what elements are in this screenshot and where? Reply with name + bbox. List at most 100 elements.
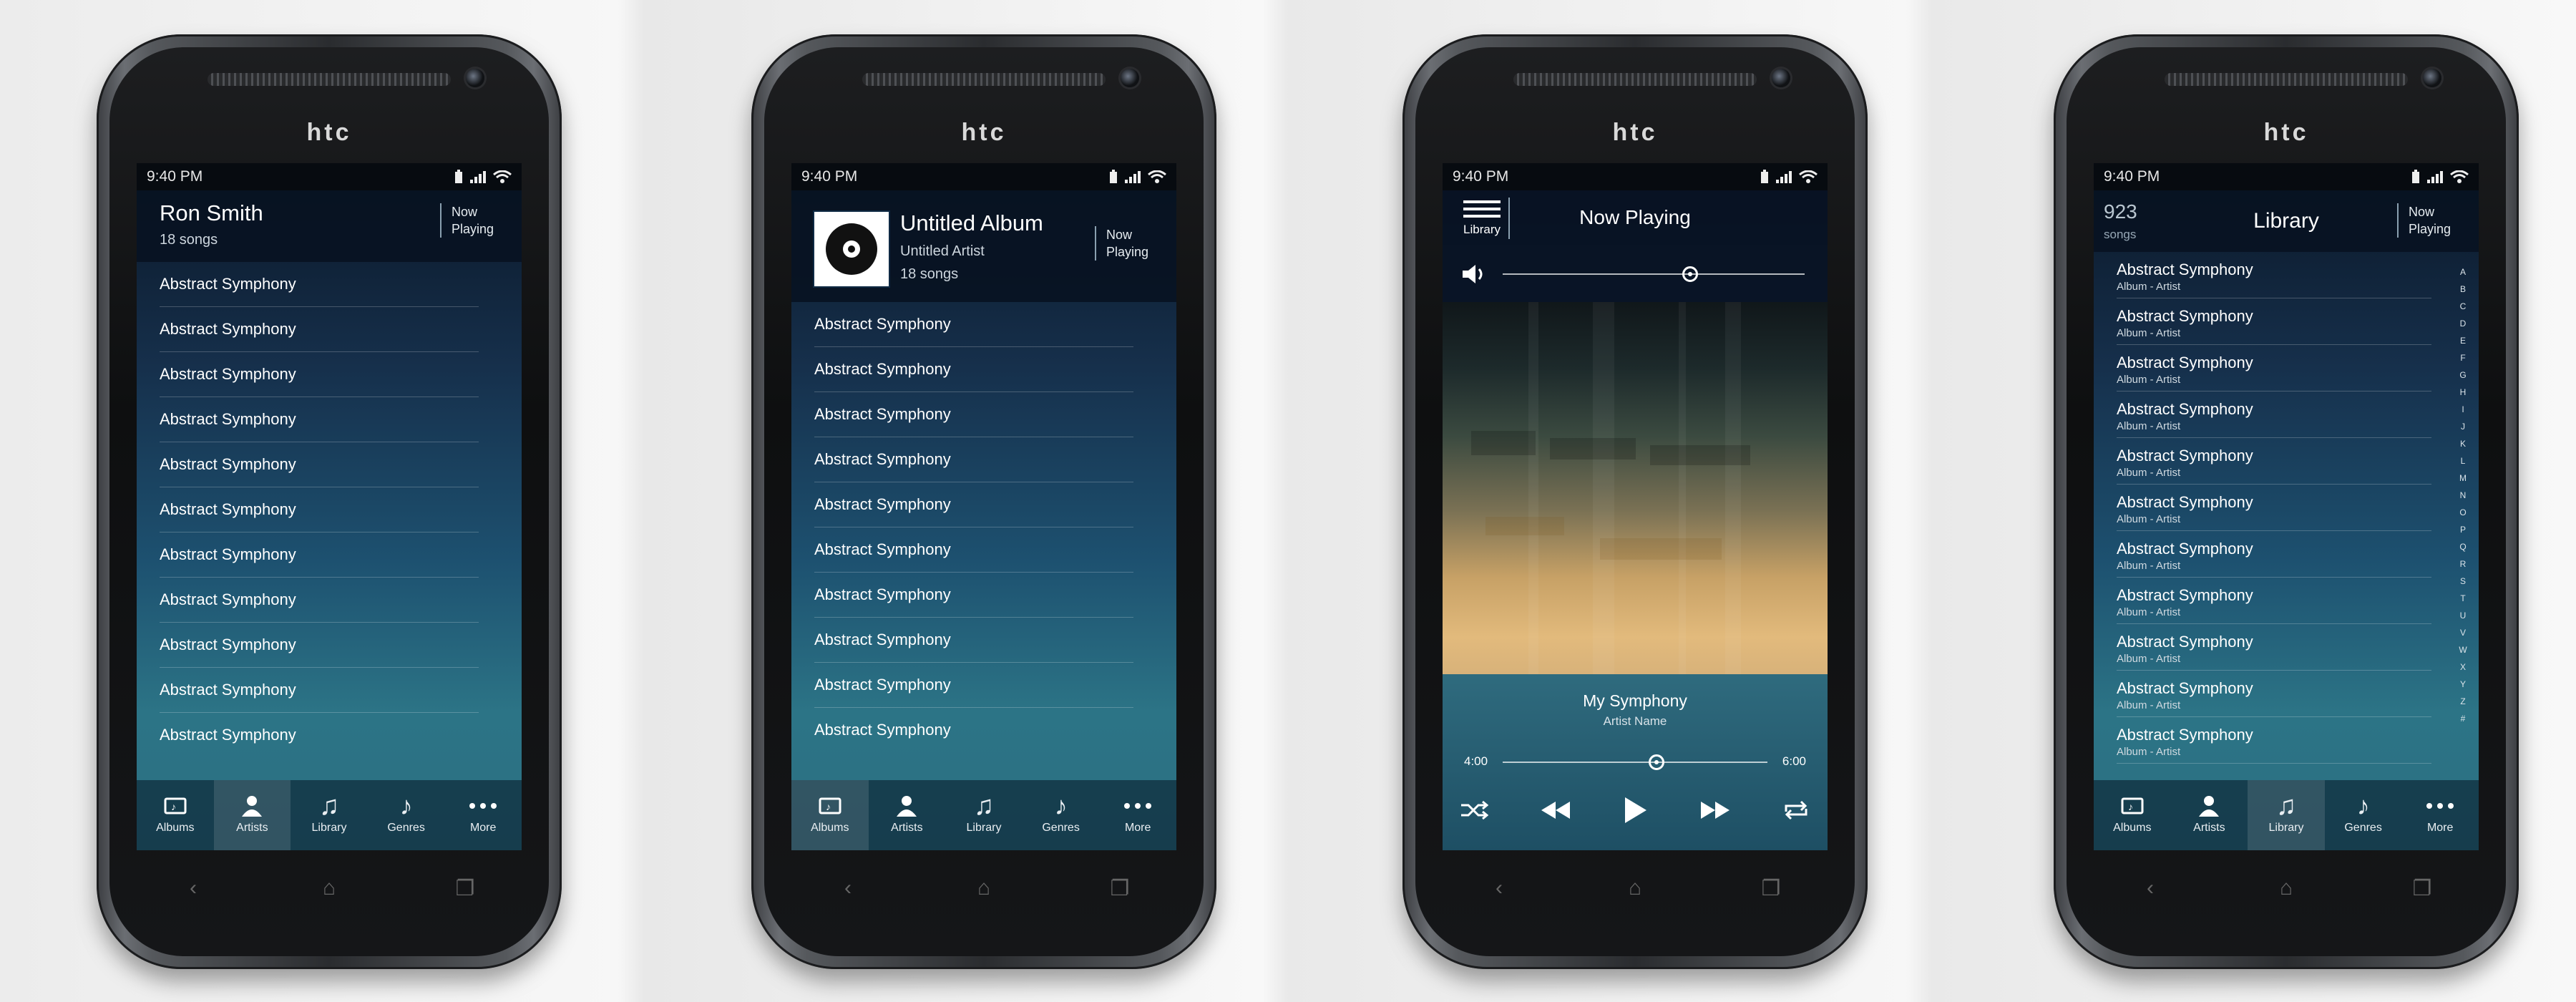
library-list-item[interactable]: Abstract Symphony Album - Artist — [2117, 391, 2431, 438]
recents-key-icon[interactable]: ❐ — [1091, 876, 1148, 901]
tab-more[interactable]: More — [2401, 780, 2479, 850]
tab-more[interactable]: More — [1099, 780, 1176, 850]
tab-artists[interactable]: Artists — [213, 780, 291, 850]
song-item[interactable]: Abstract Symphony — [160, 352, 479, 397]
tab-genres[interactable]: ♪ Genres — [1023, 780, 1100, 850]
alphabet-letter[interactable]: C — [2456, 298, 2470, 315]
library-list-item[interactable]: Abstract Symphony Album - Artist — [2117, 298, 2431, 345]
progress-slider-handle[interactable] — [1648, 754, 1664, 770]
alphabet-letter[interactable]: J — [2456, 418, 2470, 435]
library-list-item[interactable]: Abstract Symphony Album - Artist — [2117, 671, 2431, 717]
alphabet-letter[interactable]: W — [2456, 641, 2470, 658]
alphabet-letter[interactable]: E — [2456, 332, 2470, 349]
tab-library[interactable]: ♫ Library — [291, 780, 368, 850]
song-item[interactable]: Abstract Symphony — [160, 668, 479, 713]
song-item[interactable]: Abstract Symphony — [160, 487, 479, 532]
home-key-icon[interactable]: ⌂ — [1606, 876, 1664, 900]
library-list-item[interactable]: Abstract Symphony Album - Artist — [2117, 717, 2431, 764]
volume-slider-handle[interactable] — [1682, 266, 1698, 282]
alphabet-letter[interactable]: O — [2456, 504, 2470, 521]
alphabet-letter[interactable]: # — [2456, 710, 2470, 727]
tab-genres[interactable]: ♪ Genres — [368, 780, 445, 850]
alphabet-letter[interactable]: A — [2456, 263, 2470, 281]
back-key-icon[interactable]: ‹ — [2122, 876, 2179, 900]
tab-albums[interactable]: ♪ Albums — [791, 780, 869, 850]
tab-library[interactable]: ♫ Library — [945, 780, 1023, 850]
now-playing-button[interactable]: Now Playing — [2397, 203, 2469, 238]
library-list-item[interactable]: Abstract Symphony Album - Artist — [2117, 624, 2431, 671]
alphabet-letter[interactable]: T — [2456, 590, 2470, 607]
song-item[interactable]: Abstract Symphony — [814, 573, 1133, 618]
song-item[interactable]: Abstract Symphony — [160, 307, 479, 352]
tab-library[interactable]: ♫ Library — [2248, 780, 2325, 850]
song-item[interactable]: Abstract Symphony — [814, 437, 1133, 482]
alphabet-letter[interactable]: L — [2456, 452, 2470, 470]
alphabet-letter[interactable]: B — [2456, 281, 2470, 298]
back-key-icon[interactable]: ‹ — [165, 876, 222, 900]
fast-forward-icon[interactable] — [1699, 799, 1731, 825]
rewind-icon[interactable] — [1540, 799, 1571, 825]
song-item[interactable]: Abstract Symphony — [814, 392, 1133, 437]
song-item[interactable]: Abstract Symphony — [814, 527, 1133, 573]
library-list-item[interactable]: Abstract Symphony Album - Artist — [2117, 438, 2431, 485]
home-key-icon[interactable]: ⌂ — [2258, 876, 2315, 900]
library-list-item[interactable]: Abstract Symphony Album - Artist — [2117, 578, 2431, 624]
song-item[interactable]: Abstract Symphony — [814, 482, 1133, 527]
tab-artists[interactable]: Artists — [869, 780, 946, 850]
tab-albums[interactable]: ♪ Albums — [2094, 780, 2171, 850]
home-key-icon[interactable]: ⌂ — [301, 876, 358, 900]
play-icon[interactable] — [1622, 796, 1648, 828]
alphabet-letter[interactable]: K — [2456, 435, 2470, 452]
back-key-icon[interactable]: ‹ — [1470, 876, 1528, 900]
shuffle-icon[interactable] — [1460, 799, 1489, 825]
alphabet-index[interactable]: A B C D E F G H I J K L M N O P Q R S T U V W X Y Z # — [2456, 263, 2470, 727]
alphabet-letter[interactable]: M — [2456, 470, 2470, 487]
song-item[interactable]: Abstract Symphony — [160, 532, 479, 578]
song-item[interactable]: Abstract Symphony — [160, 442, 479, 487]
tab-artists[interactable]: Artists — [2171, 780, 2248, 850]
alphabet-letter[interactable]: F — [2456, 349, 2470, 366]
library-list-item[interactable]: Abstract Symphony Album - Artist — [2117, 531, 2431, 578]
song-item[interactable]: Abstract Symphony — [160, 397, 479, 442]
alphabet-letter[interactable]: R — [2456, 555, 2470, 573]
tab-genres[interactable]: ♪ Genres — [2325, 780, 2402, 850]
library-list-item[interactable]: Abstract Symphony Album - Artist — [2117, 252, 2431, 298]
song-item[interactable]: Abstract Symphony — [814, 618, 1133, 663]
alphabet-letter[interactable]: X — [2456, 658, 2470, 676]
alphabet-letter[interactable]: D — [2456, 315, 2470, 332]
alphabet-letter[interactable]: U — [2456, 607, 2470, 624]
alphabet-letter[interactable]: N — [2456, 487, 2470, 504]
alphabet-letter[interactable]: V — [2456, 624, 2470, 641]
alphabet-letter[interactable]: G — [2456, 366, 2470, 384]
song-item[interactable]: Abstract Symphony — [814, 302, 1133, 347]
alphabet-letter[interactable]: I — [2456, 401, 2470, 418]
tab-more[interactable]: More — [444, 780, 522, 850]
home-key-icon[interactable]: ⌂ — [955, 876, 1013, 900]
song-item[interactable]: Abstract Symphony — [160, 713, 479, 757]
repeat-icon[interactable] — [1782, 799, 1810, 825]
recents-key-icon[interactable]: ❐ — [1742, 876, 1800, 901]
library-list-item[interactable]: Abstract Symphony Album - Artist — [2117, 485, 2431, 531]
song-item[interactable]: Abstract Symphony — [160, 262, 479, 307]
recents-key-icon[interactable]: ❐ — [436, 876, 494, 901]
progress-slider[interactable] — [1503, 762, 1767, 763]
song-item[interactable]: Abstract Symphony — [814, 663, 1133, 708]
song-item[interactable]: Abstract Symphony — [814, 708, 1133, 752]
song-item[interactable]: Abstract Symphony — [160, 578, 479, 623]
alphabet-letter[interactable]: S — [2456, 573, 2470, 590]
back-key-icon[interactable]: ‹ — [819, 876, 877, 900]
library-list-item[interactable]: Abstract Symphony Album - Artist — [2117, 345, 2431, 391]
recents-key-icon[interactable]: ❐ — [2394, 876, 2451, 901]
now-playing-button[interactable]: Now Playing — [440, 203, 512, 238]
alphabet-letter[interactable]: Q — [2456, 538, 2470, 555]
alphabet-letter[interactable]: Y — [2456, 676, 2470, 693]
alphabet-letter[interactable]: P — [2456, 521, 2470, 538]
brand-logo: htc — [1612, 119, 1658, 146]
now-playing-button[interactable]: Now Playing — [1095, 226, 1166, 261]
song-item[interactable]: Abstract Symphony — [160, 623, 479, 668]
alphabet-letter[interactable]: H — [2456, 384, 2470, 401]
alphabet-letter[interactable]: Z — [2456, 693, 2470, 710]
tab-albums[interactable]: ♪ Albums — [137, 780, 214, 850]
song-item[interactable]: Abstract Symphony — [814, 347, 1133, 392]
volume-slider[interactable] — [1503, 273, 1805, 275]
